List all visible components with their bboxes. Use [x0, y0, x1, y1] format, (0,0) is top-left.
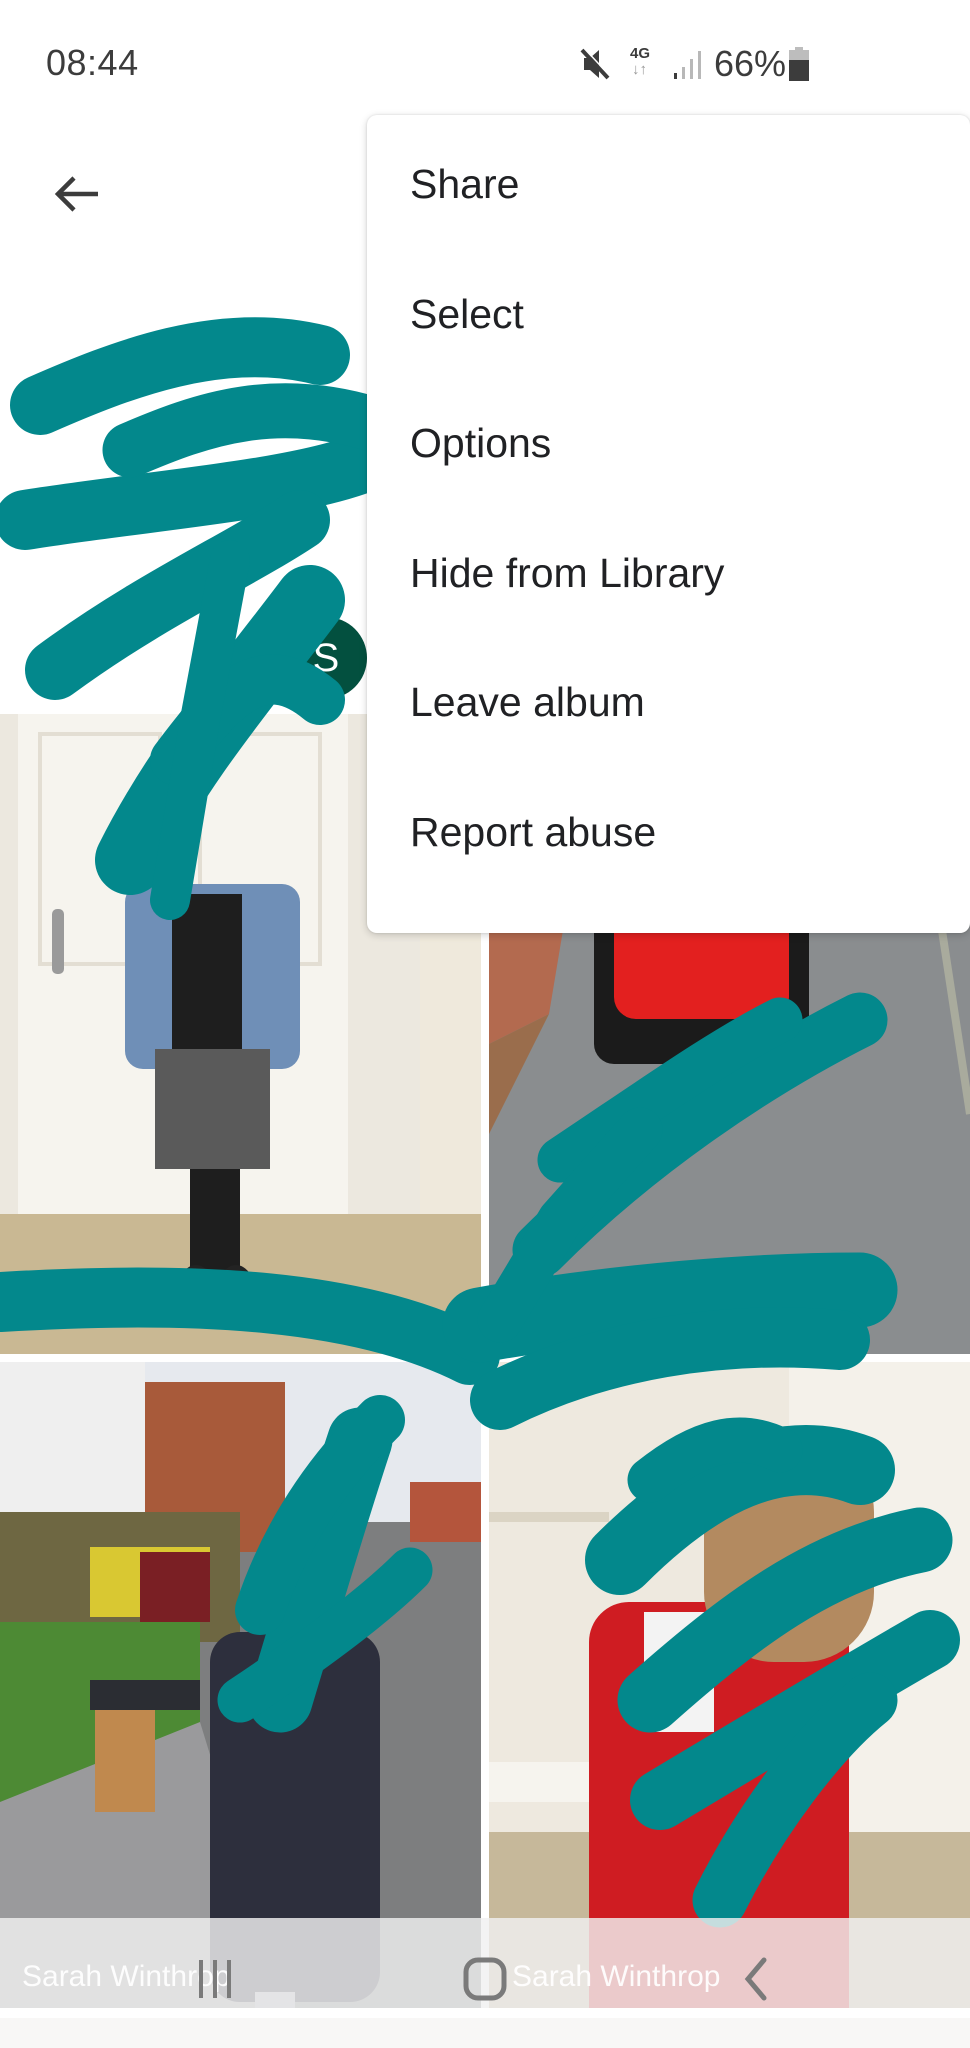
mute-icon: [580, 47, 611, 80]
status-time: 08:44: [46, 42, 139, 83]
overflow-menu: Share Select Options Hide from Library L…: [367, 115, 970, 933]
photo-owner-label: Sarah Winthrop: [512, 1960, 721, 1993]
battery-icon: [789, 47, 810, 81]
recent-apps-icon: [199, 1960, 231, 1998]
menu-item-hide-from-library[interactable]: Hide from Library: [367, 509, 970, 639]
home-button[interactable]: [460, 1956, 510, 2002]
avatar[interactable]: S: [285, 617, 367, 699]
status-icons: 4G ↓↑ 66%: [578, 43, 810, 84]
system-nav-bar: Sarah Winthrop Sarah Winthrop: [0, 1918, 970, 2048]
home-icon: [463, 1957, 507, 2001]
status-bar: 08:44 4G ↓↑ 66%: [0, 0, 970, 110]
recent-apps-button[interactable]: [190, 1956, 240, 2002]
data-4g-icon: 4G ↓↑: [630, 45, 651, 78]
menu-item-select[interactable]: Select: [367, 250, 970, 380]
menu-item-options[interactable]: Options: [367, 379, 970, 509]
battery-percent: 66%: [714, 43, 787, 84]
arrow-back-icon: [54, 176, 98, 212]
menu-item-leave-album[interactable]: Leave album: [367, 638, 970, 768]
back-icon: [744, 1957, 767, 2001]
menu-item-report-abuse[interactable]: Report abuse: [367, 768, 970, 898]
signal-icon: [674, 51, 701, 79]
menu-item-share[interactable]: Share: [367, 120, 970, 250]
nav-back-button[interactable]: [735, 1956, 775, 2002]
back-button[interactable]: [40, 158, 112, 230]
